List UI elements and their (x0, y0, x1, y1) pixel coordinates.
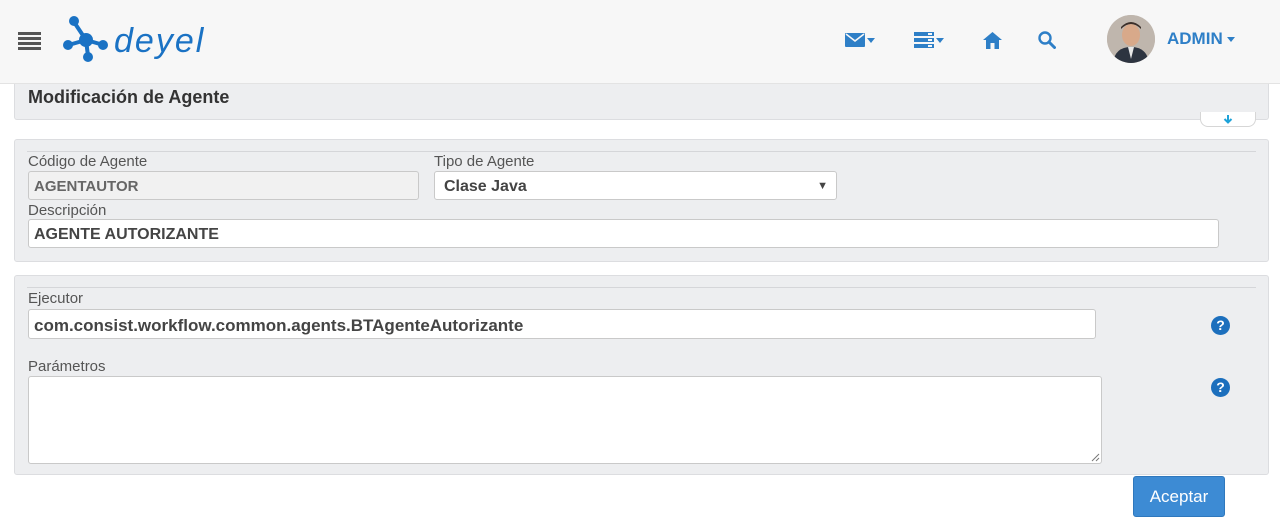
chevron-down-icon: ▼ (817, 180, 828, 192)
menu-icon[interactable] (18, 32, 41, 51)
help-icon[interactable]: ? (1211, 378, 1230, 397)
envelope-icon[interactable] (845, 28, 875, 52)
tipo-select[interactable]: Clase Java ▼ (434, 171, 837, 200)
tipo-select-value: Clase Java (444, 178, 527, 195)
resize-handle-icon[interactable] (1091, 453, 1100, 462)
page-title: Modificación de Agente (28, 87, 230, 107)
tipo-label: Tipo de Agente (434, 153, 535, 170)
deyel-logo[interactable]: deyel (62, 14, 292, 62)
chevron-down-icon (936, 37, 944, 43)
parametros-textarea[interactable] (28, 376, 1102, 464)
ejecutor-field[interactable]: com.consist.workflow.common.agents.BTAge… (28, 309, 1096, 339)
arrow-down-icon (1223, 114, 1233, 124)
accept-button[interactable]: Aceptar (1133, 476, 1225, 517)
parametros-label: Parámetros (28, 358, 106, 375)
chevron-down-icon (867, 37, 875, 43)
collapse-toggle[interactable] (1200, 112, 1256, 127)
user-menu[interactable]: ADMIN (1167, 29, 1235, 49)
brand-text: deyel (114, 22, 205, 60)
home-icon[interactable] (983, 28, 1002, 52)
search-icon[interactable] (1038, 28, 1056, 52)
agent-info-panel: Código de Agente AGENTAUTOR Tipo de Agen… (14, 139, 1269, 262)
divider (27, 287, 1256, 288)
codigo-label: Código de Agente (28, 153, 148, 170)
help-icon[interactable]: ? (1211, 316, 1230, 335)
descripcion-label: Descripción (28, 202, 107, 219)
user-name: ADMIN (1167, 29, 1223, 48)
top-navbar: deyel ADMIN (0, 0, 1280, 84)
title-panel: Modificación de Agente (14, 84, 1269, 120)
codigo-field[interactable]: AGENTAUTOR (28, 171, 419, 200)
avatar[interactable] (1107, 15, 1155, 63)
server-icon[interactable] (914, 28, 944, 52)
divider (27, 151, 1256, 152)
descripcion-field[interactable]: AGENTE AUTORIZANTE (28, 219, 1219, 248)
chevron-down-icon (1226, 36, 1235, 42)
execution-panel: Ejecutor com.consist.workflow.common.age… (14, 275, 1269, 475)
ejecutor-label: Ejecutor (28, 290, 84, 307)
